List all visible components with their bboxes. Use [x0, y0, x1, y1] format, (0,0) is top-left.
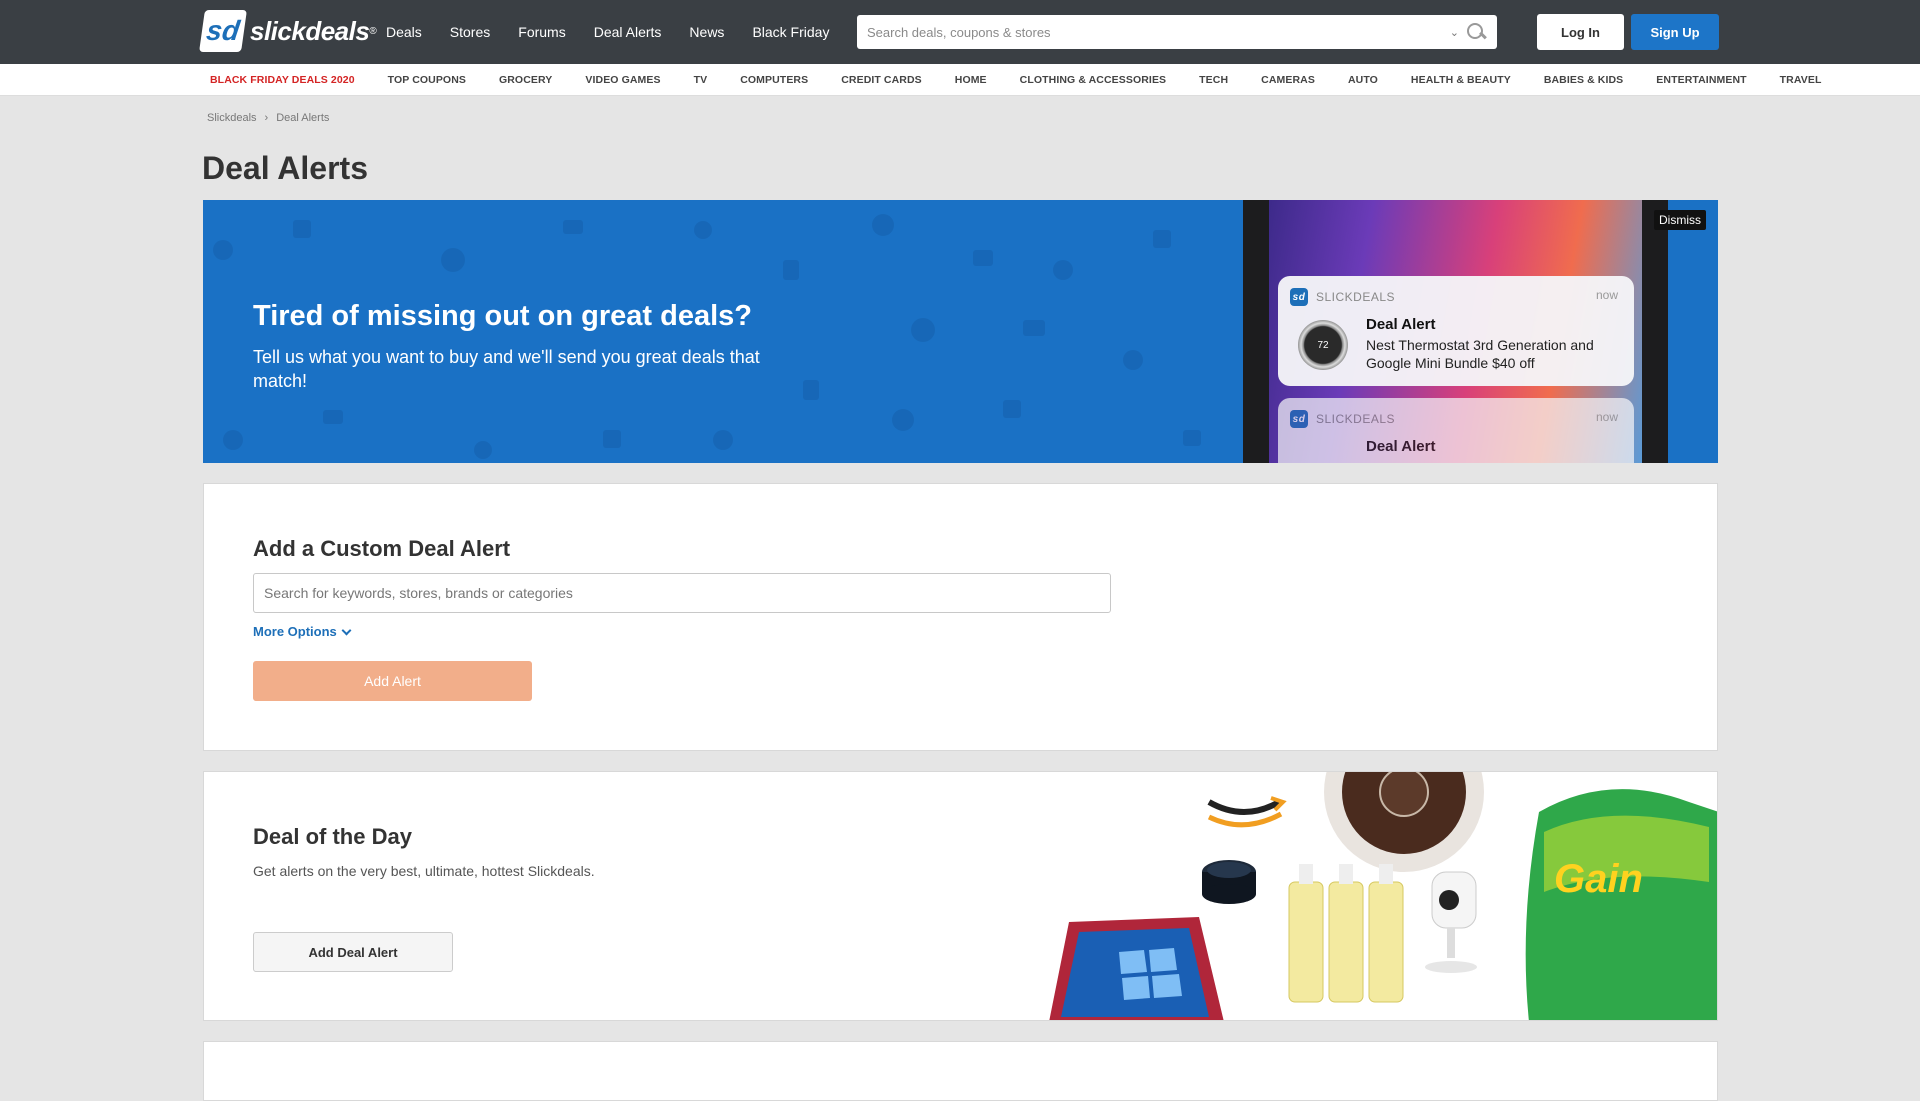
- thermostat-icon: 72: [1298, 320, 1348, 370]
- category-bar: Black Friday Deals 2020 Top Coupons Groc…: [0, 64, 1920, 96]
- banner-headline: Tired of missing out on great deals?: [253, 300, 752, 332]
- signup-button[interactable]: Sign Up: [1631, 14, 1719, 50]
- add-alert-button[interactable]: Add Alert: [253, 661, 532, 701]
- notification-title: Deal Alert: [1366, 438, 1436, 455]
- notification-app-name: SLICKDEALS: [1316, 290, 1396, 304]
- sd-logo-icon: sd: [199, 10, 247, 52]
- nav-black-friday[interactable]: Black Friday: [752, 24, 829, 40]
- main-nav: Deals Stores Forums Deal Alerts News Bla…: [386, 0, 857, 64]
- category-travel[interactable]: Travel: [1780, 74, 1822, 86]
- breadcrumb-home[interactable]: Slickdeals: [207, 112, 257, 124]
- category-top-coupons[interactable]: Top Coupons: [388, 74, 466, 86]
- top-header: sd slickdeals ® Deals Stores Forums Deal…: [0, 0, 1920, 64]
- category-home[interactable]: Home: [955, 74, 987, 86]
- deal-of-day-card: Deal of the Day Get alerts on the very b…: [203, 771, 1718, 1021]
- sd-app-icon: sd: [1290, 288, 1308, 306]
- alerts-list-card: [203, 1041, 1718, 1101]
- search-icon[interactable]: [1465, 21, 1487, 43]
- phone-screen: sd SLICKDEALS now 72 Deal Alert Nest The…: [1269, 200, 1642, 463]
- deal-alerts-banner: Tired of missing out on great deals? Tel…: [203, 200, 1718, 463]
- page-title: Deal Alerts: [202, 150, 368, 186]
- slickdeals-logo[interactable]: sd slickdeals ®: [199, 10, 377, 52]
- category-babies-kids[interactable]: Babies & Kids: [1544, 74, 1623, 86]
- nav-stores[interactable]: Stores: [450, 24, 490, 40]
- category-black-friday[interactable]: Black Friday Deals 2020: [210, 74, 355, 86]
- more-options-toggle[interactable]: More Options: [253, 624, 352, 639]
- category-tech[interactable]: Tech: [1199, 74, 1228, 86]
- deal-of-day-title: Deal of the Day: [253, 824, 412, 849]
- category-video-games[interactable]: Video Games: [585, 74, 660, 86]
- breadcrumb-current[interactable]: Deal Alerts: [276, 112, 329, 124]
- thermostat-value: 72: [1317, 339, 1329, 351]
- nav-news[interactable]: News: [689, 24, 724, 40]
- custom-alert-title: Add a Custom Deal Alert: [253, 536, 511, 561]
- more-options-label: More Options: [253, 624, 337, 639]
- custom-alert-card: Add a Custom Deal Alert More Options Add…: [203, 483, 1718, 751]
- search-input[interactable]: Search deals, coupons & stores: [857, 25, 1450, 40]
- chevron-down-icon: [341, 625, 352, 635]
- site-search[interactable]: Search deals, coupons & stores ⌄: [857, 15, 1497, 49]
- category-entertainment[interactable]: Entertainment: [1656, 74, 1746, 86]
- category-cameras[interactable]: Cameras: [1261, 74, 1315, 86]
- phone-mockup-image: sd SLICKDEALS now 72 Deal Alert Nest The…: [1243, 200, 1668, 463]
- category-credit-cards[interactable]: Credit Cards: [841, 74, 922, 86]
- category-auto[interactable]: Auto: [1348, 74, 1378, 86]
- notification-time: now: [1595, 288, 1618, 302]
- category-tv[interactable]: TV: [694, 74, 708, 86]
- keyword-search-input[interactable]: [253, 573, 1111, 613]
- banner-subtext: Tell us what you want to buy and we'll s…: [253, 347, 760, 391]
- deal-products-image: Gain: [1049, 772, 1717, 1020]
- login-button[interactable]: Log In: [1537, 14, 1624, 50]
- notification-time: now: [1595, 410, 1618, 424]
- logo-wordmark: slickdeals: [250, 15, 370, 46]
- nav-forums[interactable]: Forums: [518, 24, 565, 40]
- dismiss-button[interactable]: Dismiss: [1654, 210, 1706, 230]
- notification-card: sd SLICKDEALS now 72 Deal Alert Nest The…: [1278, 276, 1634, 386]
- add-deal-alert-button[interactable]: Add Deal Alert: [253, 932, 453, 972]
- notification-body: Nest Thermostat 3rd Generation and Googl…: [1366, 337, 1594, 371]
- category-clothing[interactable]: Clothing & Accessories: [1020, 74, 1167, 86]
- sd-app-icon: sd: [1290, 410, 1308, 428]
- chevron-down-icon[interactable]: ⌄: [1450, 26, 1459, 39]
- category-computers[interactable]: Computers: [740, 74, 808, 86]
- deal-of-day-description: Get alerts on the very best, ultimate, h…: [253, 863, 595, 879]
- category-health-beauty[interactable]: Health & Beauty: [1411, 74, 1511, 86]
- gain-logo-text: Gain: [1554, 857, 1643, 901]
- chevron-right-icon: ›: [264, 112, 269, 124]
- nav-deal-alerts[interactable]: Deal Alerts: [594, 24, 662, 40]
- nav-deals[interactable]: Deals: [386, 24, 422, 40]
- notification-title: Deal Alert: [1366, 316, 1436, 333]
- breadcrumb: Slickdeals › Deal Alerts: [207, 112, 329, 124]
- category-grocery[interactable]: Grocery: [499, 74, 552, 86]
- registered-mark: ®: [369, 25, 377, 37]
- notification-card: sd SLICKDEALS now Deal Alert: [1278, 398, 1634, 463]
- notification-app-name: SLICKDEALS: [1316, 412, 1396, 426]
